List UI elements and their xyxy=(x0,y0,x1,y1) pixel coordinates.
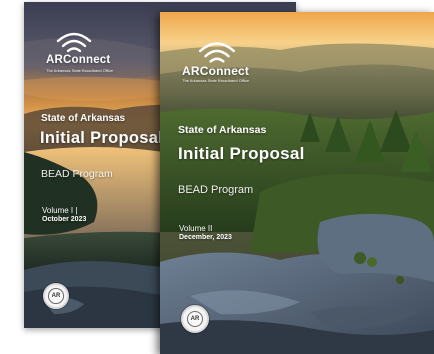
publication-date: December, 2023 xyxy=(179,234,232,241)
volume-label: Volume II xyxy=(179,224,213,233)
report-cover-volume-2[interactable]: ARConnect The Arkansas State Broadband O… xyxy=(160,12,434,354)
publication-date: October 2023 xyxy=(42,216,87,223)
state-seal-icon: AR xyxy=(181,305,209,333)
report-title: Initial Proposal xyxy=(178,144,305,163)
state-name: State of Arkansas xyxy=(41,113,126,124)
state-seal-icon: AR xyxy=(43,283,69,309)
state-name: State of Arkansas xyxy=(178,124,267,136)
brand-name: ARConnect xyxy=(182,64,250,78)
report-title: Initial Proposal xyxy=(40,129,164,147)
program-name: BEAD Program xyxy=(178,184,254,196)
program-name: BEAD Program xyxy=(41,168,113,180)
volume-label: Volume I | xyxy=(42,206,78,215)
brand-tagline: The Arkansas State Broadband Office xyxy=(182,78,250,83)
brand-name: ARConnect xyxy=(46,54,111,66)
brand-tagline: The Arkansas State Broadband Office xyxy=(46,68,114,73)
